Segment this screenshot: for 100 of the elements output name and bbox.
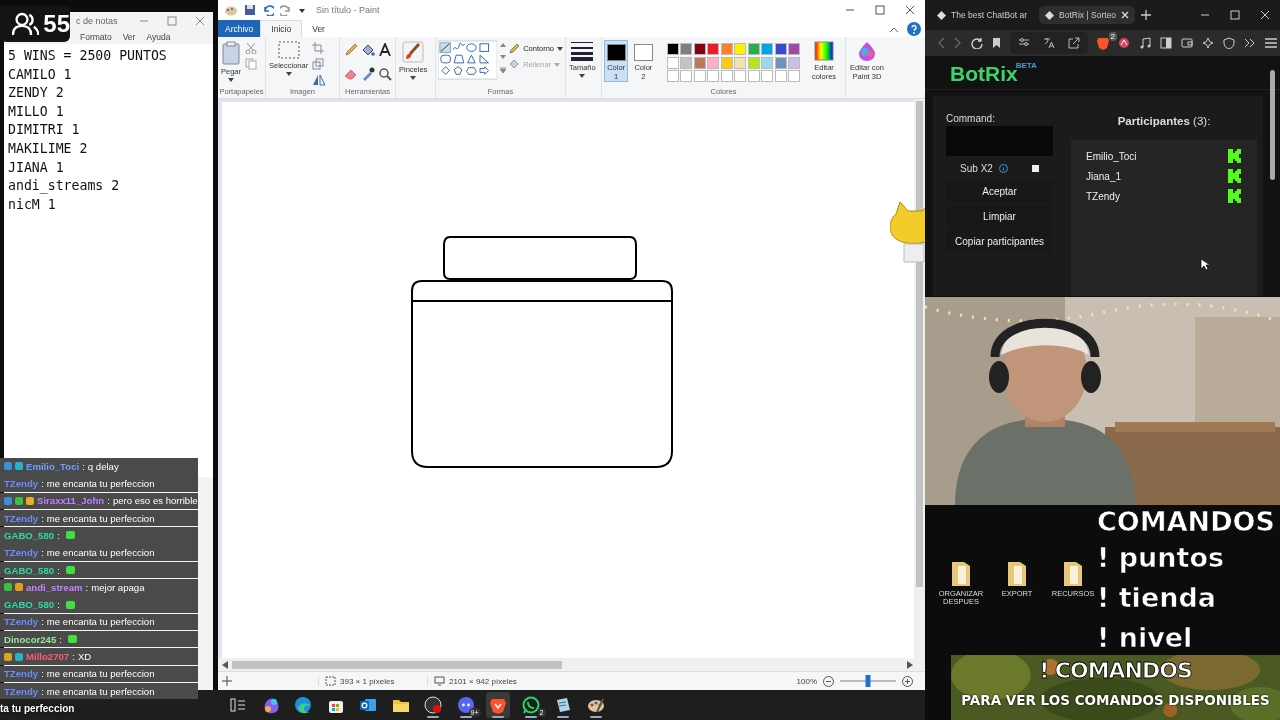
folder-icon: [391, 697, 410, 713]
palette-icon: [586, 696, 605, 714]
menu-item[interactable]: Formato: [80, 32, 112, 42]
palette-color[interactable]: [747, 43, 760, 55]
chat-text: q delay: [87, 460, 119, 472]
resize-icon[interactable]: [312, 58, 325, 70]
palette-color[interactable]: [680, 56, 692, 69]
separator: :: [82, 460, 85, 472]
close-icon[interactable]: [905, 5, 915, 15]
sparkle-icon[interactable]: [1202, 37, 1214, 49]
palette-color[interactable]: [707, 56, 719, 69]
settings-sliders-icon[interactable]: [1018, 37, 1030, 47]
palette-color[interactable]: [720, 56, 733, 69]
zoom-out-icon[interactable]: [823, 675, 834, 687]
droplet-icon: [858, 41, 876, 61]
scroll-left-icon[interactable]: [222, 660, 228, 669]
participant-name: Emilio_Toci: [1086, 151, 1137, 162]
palette-color[interactable]: [774, 56, 787, 69]
shapes-gallery-drawing[interactable]: [438, 40, 498, 80]
separator: :: [41, 616, 44, 628]
magnifier-icon[interactable]: [378, 67, 392, 81]
maximize-icon[interactable]: [875, 5, 885, 15]
separator: :: [72, 651, 75, 662]
slider-thumb[interactable]: [865, 675, 871, 687]
palette-color[interactable]: [720, 43, 733, 55]
scroll-up-icon[interactable]: [500, 43, 507, 47]
notepad-icon: [554, 696, 572, 714]
palette-color[interactable]: [680, 43, 692, 55]
music-note-icon[interactable]: [1139, 37, 1151, 49]
palette-color[interactable]: [761, 43, 773, 55]
text-line: MAKILIME 2: [8, 139, 89, 158]
rotate-icon[interactable]: [312, 74, 327, 86]
viewer-count: 55: [43, 10, 70, 38]
chat-text: pero eso es horrible: [112, 495, 198, 507]
zoom-slider[interactable]: [840, 675, 896, 687]
browser-tab[interactable]: BotRix | Sorteo: [1039, 6, 1136, 24]
chat-text: me encanta tu perfeccion: [46, 512, 155, 524]
scissors-icon[interactable]: [245, 42, 257, 54]
checkbox[interactable]: [1031, 164, 1039, 172]
scroll-right-icon[interactable]: [907, 660, 913, 669]
clipboard-icon: [221, 41, 241, 65]
separator: :: [41, 478, 44, 490]
palette-color[interactable]: [666, 56, 679, 69]
palette-color[interactable]: [693, 43, 706, 55]
extension-icon[interactable]: [1118, 37, 1130, 49]
banner-title: ! COMANDOS: [1039, 658, 1192, 683]
expand-icon[interactable]: [500, 67, 507, 73]
vpn-shield-icon[interactable]: [1223, 37, 1235, 49]
ribbon-tab[interactable]: Inicio: [260, 20, 303, 37]
palette-color[interactable]: [788, 43, 800, 55]
color-spectrum-icon: [814, 41, 834, 61]
text-line: JIANA 1: [8, 158, 65, 177]
new-tab-icon[interactable]: [1141, 10, 1152, 20]
banner-subtitle: PARA VER LOS COMANDOS DISPONIBLES: [961, 692, 1270, 708]
palette-color[interactable]: [774, 43, 787, 55]
help-icon[interactable]: [907, 21, 921, 36]
back-icon[interactable]: [937, 37, 945, 49]
browser-tab[interactable]: The best ChatBot ar: [931, 6, 1034, 24]
palette-color[interactable]: [734, 56, 746, 69]
ribbon-tab[interactable]: Ver: [302, 20, 335, 37]
palette-color[interactable]: [693, 56, 706, 69]
fill-bucket-icon[interactable]: [361, 43, 375, 57]
palette-color[interactable]: [761, 56, 773, 69]
scrollbar-thumb[interactable]: [232, 660, 562, 669]
chat-username: andi_stream: [26, 581, 83, 593]
bookmark-icon[interactable]: [992, 37, 1001, 49]
save-icon[interactable]: [244, 4, 256, 16]
wallet-icon[interactable]: [1181, 37, 1193, 49]
palette-color[interactable]: [707, 43, 719, 55]
field-label: Command:: [946, 113, 996, 124]
taskbar-app-button[interactable]: [486, 692, 510, 718]
sidebar-icon[interactable]: [1160, 37, 1172, 49]
palette-color[interactable]: [747, 56, 760, 69]
window-title: Sin título - Paint: [316, 5, 380, 15]
palette-color[interactable]: [666, 43, 679, 55]
forward-icon[interactable]: [954, 37, 962, 49]
k-logo-icon: [1228, 189, 1241, 204]
translate-icon[interactable]: [1043, 37, 1055, 49]
menu-icon[interactable]: [1265, 38, 1277, 48]
crop-icon[interactable]: [312, 42, 325, 54]
redo-icon[interactable]: [280, 4, 292, 16]
palette-color[interactable]: [788, 56, 800, 69]
menu-item[interactable]: Ayuda: [146, 32, 171, 42]
scroll-down-icon[interactable]: [500, 55, 507, 59]
chevrons-icon[interactable]: [1244, 38, 1256, 48]
menu-item[interactable]: Ver: [122, 32, 136, 42]
reload-icon[interactable]: [971, 37, 983, 49]
undo-icon[interactable]: [262, 4, 274, 16]
scrollbar-thumb[interactable]: [1270, 70, 1275, 180]
color-picker-icon[interactable]: [361, 67, 375, 81]
dropdown-icon[interactable]: [298, 6, 306, 14]
palette-color[interactable]: [734, 43, 746, 55]
ribbon-tab[interactable]: Archivo: [218, 20, 261, 37]
info-icon[interactable]: [998, 163, 1008, 173]
zoom-in-icon[interactable]: [902, 675, 913, 687]
share-icon[interactable]: [1068, 37, 1080, 49]
text-icon[interactable]: [378, 43, 392, 57]
site-icon: [937, 10, 946, 20]
separator: :: [107, 495, 110, 507]
chat-text: XD: [77, 651, 92, 662]
